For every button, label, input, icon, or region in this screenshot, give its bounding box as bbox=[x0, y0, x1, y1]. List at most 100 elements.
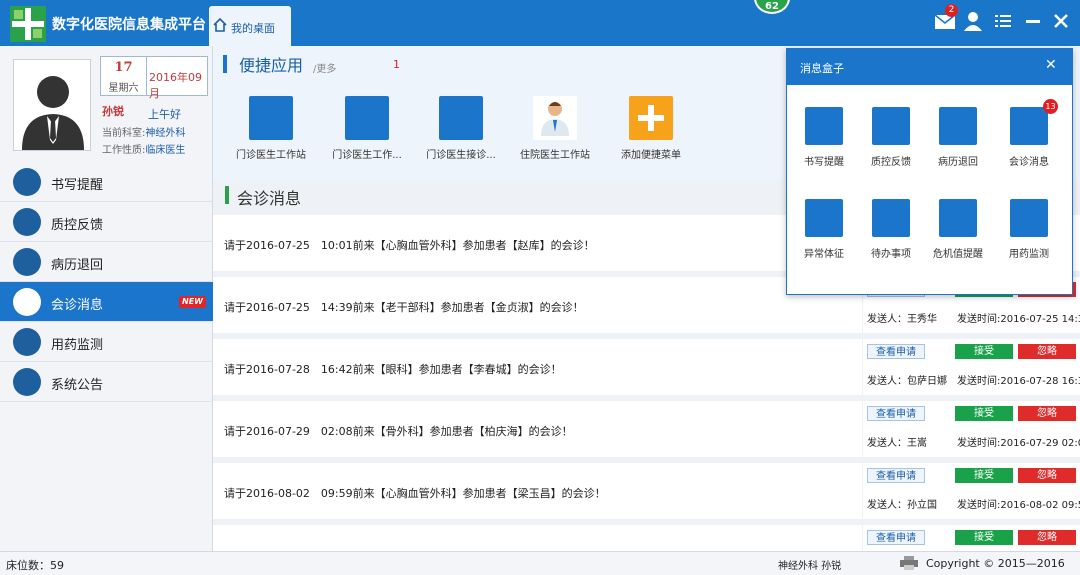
accept-button[interactable]: 接受 bbox=[955, 344, 1013, 359]
msgbox-writing-reminder[interactable]: 书写提醒 bbox=[790, 107, 860, 177]
send-time: 发送时间:2016-08-02 09:53 bbox=[957, 500, 1080, 511]
status-bar: 床位数：59 神经外科 孙锐 Copyright © 2015—2016 bbox=[0, 551, 1080, 575]
msgbox-record-return[interactable]: 病历退回 bbox=[924, 107, 994, 177]
send-time: 发送时间:2016-07-28 16:34 bbox=[957, 376, 1080, 387]
new-badge: NEW bbox=[179, 296, 206, 308]
view-request-button[interactable]: 查看申请 bbox=[867, 530, 925, 545]
critical-value-icon bbox=[939, 199, 977, 237]
msgbox-medication-monitor[interactable]: 用药监测 bbox=[995, 199, 1065, 269]
sidebar: 17 星期六 2016年09月 孙锐 上午好 当前科室:神经外科 工作性质:临床… bbox=[0, 46, 213, 551]
consult-message-count-badge: 13 bbox=[1043, 99, 1058, 114]
minimize-icon[interactable] bbox=[1022, 10, 1044, 32]
table-row: 请于2016-08-02 09:59前来【心胸血管外科】参加患者【梁玉昌】的会诊… bbox=[213, 463, 1080, 519]
date-card: 17 星期六 2016年09月 bbox=[100, 56, 208, 100]
bed-count: 床位数：59 bbox=[6, 559, 64, 572]
tab-my-desktop[interactable]: 我的桌面 bbox=[209, 6, 291, 46]
message-box-popup: 消息盒子 ✕ 书写提醒 质控反馈 病历退回 13 会诊消息 异常体征 待办事项 … bbox=[786, 48, 1073, 295]
medication-monitor-icon bbox=[1010, 199, 1048, 237]
sender: 发送人：包萨日娜 bbox=[867, 376, 947, 387]
table-row: 查看申请 接受 忽略 bbox=[213, 525, 1080, 551]
ignore-button[interactable]: 忽略 bbox=[1018, 530, 1076, 545]
app-title: 数字化医院信息集成平台 bbox=[52, 17, 206, 33]
quick-apps-more-link[interactable]: /更多 bbox=[313, 60, 336, 75]
hospital-logo-icon bbox=[10, 6, 46, 42]
workstation-icon bbox=[345, 96, 389, 140]
msgbox-abnormal-signs[interactable]: 异常体征 bbox=[790, 199, 860, 269]
consult-message-icon bbox=[1010, 107, 1048, 145]
message-box-title: 消息盒子 bbox=[800, 62, 844, 75]
accept-button[interactable]: 接受 bbox=[955, 406, 1013, 421]
date-day: 17 bbox=[114, 60, 133, 75]
avatar-silhouette-icon bbox=[22, 76, 84, 150]
sidebar-item-quality-feedback[interactable]: 质控反馈 bbox=[0, 202, 213, 242]
app-inpatient-workstation[interactable]: 住院医生工作站 bbox=[505, 96, 605, 166]
close-icon[interactable] bbox=[1050, 10, 1072, 32]
notification-count-badge[interactable]: 62 bbox=[754, 0, 790, 14]
doctor-icon bbox=[533, 96, 577, 140]
copyright: Copyright © 2015—2016 bbox=[926, 557, 1065, 570]
work-role: 工作性质:临床医生 bbox=[102, 145, 186, 156]
sender: 发送人：王嵩 bbox=[867, 438, 927, 449]
quick-apps-title: 便捷应用 bbox=[239, 56, 304, 75]
ignore-button[interactable]: 忽略 bbox=[1018, 344, 1076, 359]
view-request-button[interactable]: 查看申请 bbox=[867, 344, 925, 359]
announcement-icon bbox=[13, 368, 41, 396]
top-bar: 数字化医院信息集成平台 我的桌面 62 2 bbox=[0, 0, 1080, 46]
table-row: 请于2016-07-29 02:08前来【骨外科】参加患者【柏庆海】的会诊！ 查… bbox=[213, 401, 1080, 457]
home-icon bbox=[213, 18, 227, 32]
sidebar-item-announcement[interactable]: 系统公告 bbox=[0, 362, 213, 402]
todo-icon bbox=[872, 199, 910, 237]
quick-apps-count: 1 bbox=[393, 58, 400, 71]
printer-icon bbox=[900, 556, 918, 570]
app-add-shortcut[interactable]: 添加便捷菜单 bbox=[601, 96, 701, 166]
close-icon[interactable]: ✕ bbox=[1045, 57, 1057, 73]
status-user: 神经外科 孙锐 bbox=[778, 561, 842, 572]
medication-monitor-icon bbox=[13, 328, 41, 356]
mail-count-badge: 2 bbox=[945, 4, 958, 17]
user-icon[interactable] bbox=[962, 10, 984, 32]
sender: 发送人：王秀华 bbox=[867, 314, 937, 325]
sender: 发送人：孙立国 bbox=[867, 500, 937, 511]
list-menu-icon[interactable] bbox=[992, 10, 1014, 32]
sidebar-item-medication-monitor[interactable]: 用药监测 bbox=[0, 322, 213, 362]
accept-button[interactable]: 接受 bbox=[955, 530, 1013, 545]
record-return-icon bbox=[939, 107, 977, 145]
msgbox-todo[interactable]: 待办事项 bbox=[857, 199, 927, 269]
msgbox-critical-value[interactable]: 危机值提醒 bbox=[924, 199, 994, 269]
table-row: 请于2016-07-28 16:42前来【眼科】参加患者【李春城】的会诊！ 查看… bbox=[213, 339, 1080, 395]
msgbox-quality-feedback[interactable]: 质控反馈 bbox=[857, 107, 927, 177]
avatar bbox=[13, 59, 91, 151]
date-year-month: 2016年09月 bbox=[149, 71, 202, 100]
view-request-button[interactable]: 查看申请 bbox=[867, 468, 925, 483]
writing-reminder-icon bbox=[805, 107, 843, 145]
document-search-icon bbox=[439, 96, 483, 140]
greeting: 上午好 bbox=[148, 108, 181, 121]
record-return-icon bbox=[13, 248, 41, 276]
sidebar-item-consult-message[interactable]: 会诊消息 NEW bbox=[0, 282, 213, 322]
plus-icon bbox=[629, 96, 673, 140]
writing-reminder-icon bbox=[13, 168, 41, 196]
ignore-button[interactable]: 忽略 bbox=[1018, 406, 1076, 421]
current-department: 当前科室:神经外科 bbox=[102, 128, 186, 139]
date-weekday: 星期六 bbox=[108, 83, 139, 94]
consult-title: 会诊消息 bbox=[237, 189, 302, 208]
ignore-button[interactable]: 忽略 bbox=[1018, 468, 1076, 483]
app-outpatient-workstation[interactable]: 门诊医生工作站 bbox=[221, 96, 321, 166]
quality-feedback-icon bbox=[13, 208, 41, 236]
accept-button[interactable]: 接受 bbox=[955, 468, 1013, 483]
consult-message-icon bbox=[13, 288, 41, 316]
tab-label: 我的桌面 bbox=[231, 22, 275, 35]
sidebar-item-writing-reminder[interactable]: 书写提醒 bbox=[0, 162, 213, 202]
abnormal-signs-icon bbox=[805, 199, 843, 237]
user-profile-card: 17 星期六 2016年09月 孙锐 上午好 当前科室:神经外科 工作性质:临床… bbox=[0, 46, 213, 162]
send-time: 发送时间:2016-07-29 02:05 bbox=[957, 438, 1080, 449]
app-outpatient-workstation-2[interactable]: 门诊医生工作... bbox=[317, 96, 417, 166]
quality-feedback-icon bbox=[872, 107, 910, 145]
msgbox-consult-message[interactable]: 13 会诊消息 bbox=[995, 99, 1065, 177]
view-request-button[interactable]: 查看申请 bbox=[867, 406, 925, 421]
user-name: 孙锐 bbox=[102, 105, 124, 118]
send-time: 发送时间:2016-07-25 14:31 bbox=[957, 314, 1080, 325]
sidebar-item-record-return[interactable]: 病历退回 bbox=[0, 242, 213, 282]
workstation-icon bbox=[249, 96, 293, 140]
app-outpatient-reception[interactable]: 门诊医生接诊... bbox=[411, 96, 511, 166]
